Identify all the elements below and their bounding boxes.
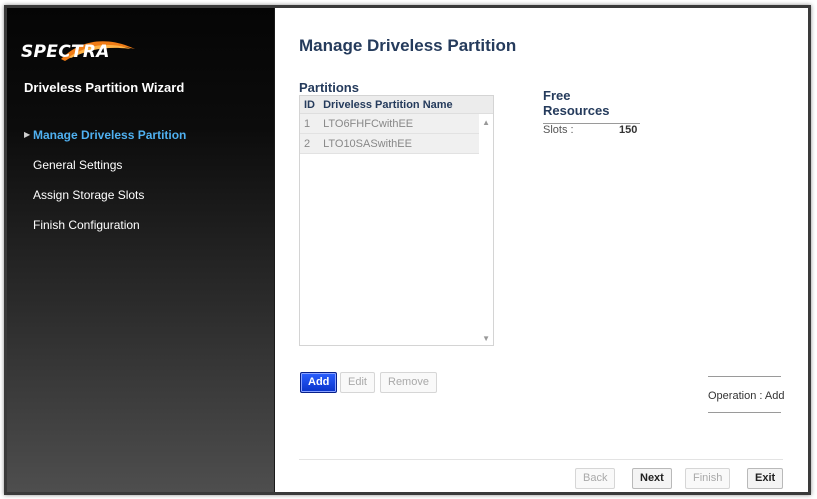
- step-manage-driveless-partition[interactable]: ▶ Manage Driveless Partition: [7, 120, 274, 150]
- wizard-title: Driveless Partition Wizard: [24, 80, 185, 95]
- scroll-down-icon[interactable]: ▼: [482, 334, 490, 343]
- add-button[interactable]: Add: [300, 372, 338, 393]
- remove-button[interactable]: Remove: [380, 372, 437, 393]
- operation-status: Operation : Add: [708, 390, 785, 402]
- next-button[interactable]: Next: [632, 468, 672, 489]
- partitions-title: Partitions: [299, 80, 359, 95]
- step-general-settings[interactable]: General Settings: [7, 150, 274, 180]
- exit-button[interactable]: Exit: [747, 468, 784, 489]
- edit-button[interactable]: Edit: [340, 372, 375, 393]
- row-id: 1: [304, 118, 311, 130]
- operation-divider-top: [708, 376, 781, 377]
- column-header-name: Driveless Partition Name: [323, 99, 453, 111]
- wizard-steps: ▶ Manage Driveless Partition General Set…: [7, 120, 274, 240]
- step-assign-storage-slots[interactable]: Assign Storage Slots: [7, 180, 274, 210]
- table-header: ID Driveless Partition Name: [300, 96, 493, 114]
- row-name: LTO10SASwithEE: [323, 138, 412, 150]
- wizard-sidebar: SPECTRA Driveless Partition Wizard ▶ Man…: [7, 8, 275, 492]
- logo-text: SPECTRA: [21, 42, 110, 62]
- step-label: Assign Storage Slots: [33, 188, 145, 202]
- row-id: 2: [304, 138, 311, 150]
- footer-divider: [299, 459, 783, 460]
- wizard-content: Manage Driveless Partition Partitions ID…: [275, 8, 808, 492]
- step-label: Manage Driveless Partition: [33, 128, 187, 142]
- partitions-table: ID Driveless Partition Name 1 LTO6FHFCwi…: [299, 95, 494, 346]
- page-title: Manage Driveless Partition: [299, 36, 517, 55]
- table-row[interactable]: 2 LTO10SASwithEE: [300, 134, 479, 154]
- wizard-window: SPECTRA Driveless Partition Wizard ▶ Man…: [4, 5, 811, 495]
- row-name: LTO6FHFCwithEE: [323, 118, 414, 130]
- scroll-up-icon[interactable]: ▲: [482, 118, 490, 127]
- finish-button[interactable]: Finish: [685, 468, 731, 489]
- slots-value: 150: [619, 124, 638, 136]
- operation-divider-bottom: [708, 412, 781, 413]
- triangle-right-icon: ▶: [24, 130, 31, 139]
- free-resources-title: Free Resources: [543, 88, 640, 124]
- table-row[interactable]: 1 LTO6FHFCwithEE: [300, 114, 479, 134]
- step-finish-configuration[interactable]: Finish Configuration: [7, 210, 274, 240]
- step-label: Finish Configuration: [33, 218, 140, 232]
- step-label: General Settings: [33, 158, 123, 172]
- back-button[interactable]: Back: [575, 468, 616, 489]
- spectra-logo: SPECTRA: [21, 35, 135, 65]
- column-header-id: ID: [304, 99, 315, 111]
- slots-label: Slots :: [543, 124, 574, 136]
